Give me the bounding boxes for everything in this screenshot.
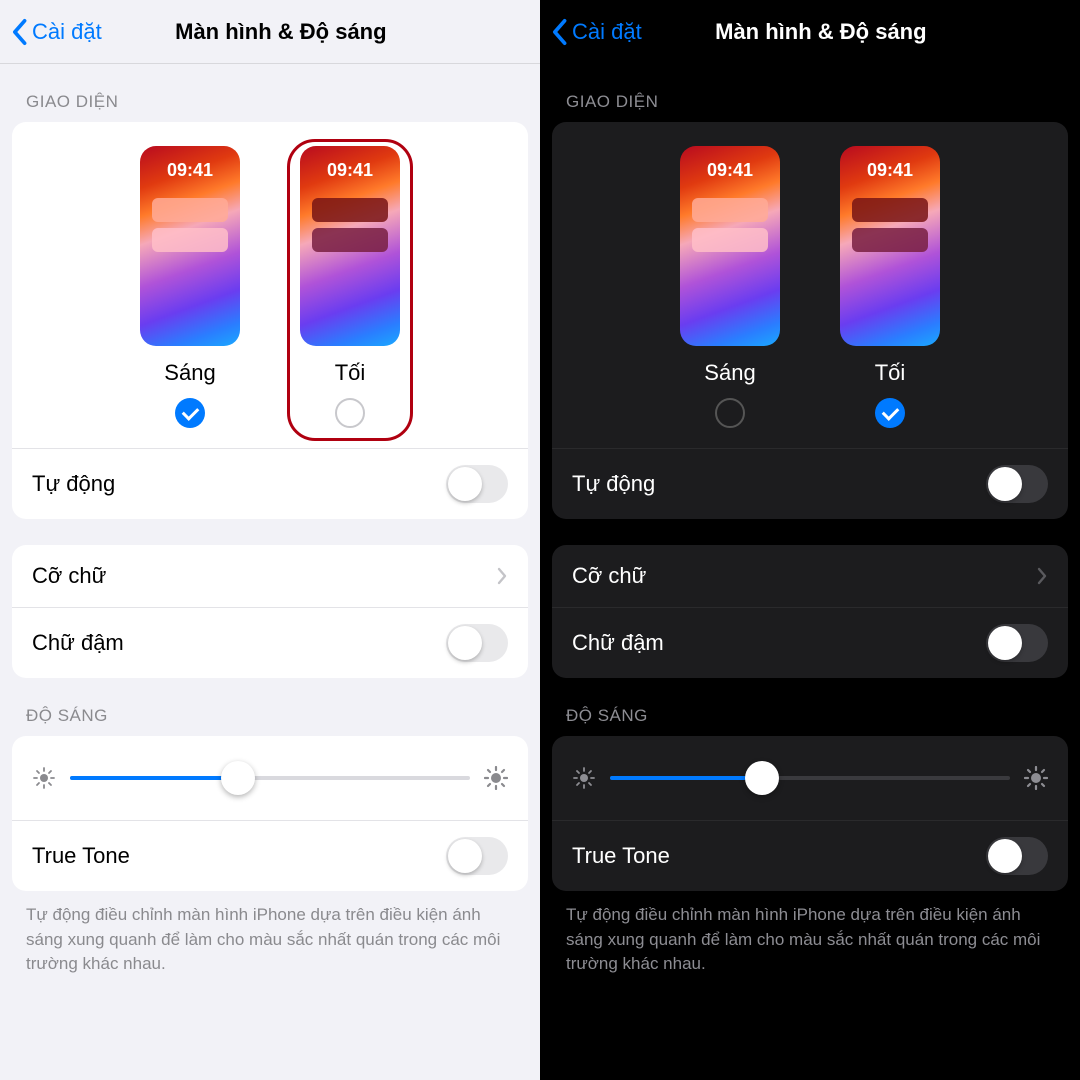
- sun-large-icon: [484, 766, 508, 790]
- true-tone-footer: Tự động điều chỉnh màn hình iPhone dựa t…: [0, 891, 540, 977]
- true-tone-label: True Tone: [32, 843, 130, 869]
- chevron-right-icon: [1036, 567, 1048, 585]
- true-tone-toggle[interactable]: [446, 837, 508, 875]
- page-title: Màn hình & Độ sáng: [32, 19, 530, 45]
- preview-clock: 09:41: [140, 160, 240, 181]
- bold-text-toggle[interactable]: [446, 624, 508, 662]
- sun-small-icon: [32, 766, 56, 790]
- nav-bar: Cài đặt Màn hình & Độ sáng: [540, 0, 1080, 64]
- preview-phone-light: 09:41: [680, 146, 780, 346]
- bold-text-label: Chữ đậm: [32, 630, 124, 656]
- appearance-label-dark: Tối: [335, 360, 366, 386]
- brightness-header: ĐỘ SÁNG: [540, 678, 1080, 736]
- bold-text-row: Chữ đậm: [552, 607, 1068, 678]
- radio-light[interactable]: [175, 398, 205, 428]
- automatic-toggle[interactable]: [986, 465, 1048, 503]
- brightness-slider[interactable]: [70, 758, 470, 798]
- radio-dark[interactable]: [335, 398, 365, 428]
- true-tone-footer: Tự động điều chỉnh màn hình iPhone dựa t…: [540, 891, 1080, 977]
- page-title: Màn hình & Độ sáng: [572, 19, 1070, 45]
- true-tone-row: True Tone: [552, 820, 1068, 891]
- toggle-knob: [448, 626, 482, 660]
- appearance-header: GIAO DIỆN: [540, 64, 1080, 122]
- brightness-card: True Tone: [12, 736, 528, 891]
- brightness-card: True Tone: [552, 736, 1068, 891]
- bold-text-row: Chữ đậm: [12, 607, 528, 678]
- radio-dark[interactable]: [875, 398, 905, 428]
- preview-widget: [312, 228, 388, 252]
- preview-phone-light: 09:41: [140, 146, 240, 346]
- preview-widget: [152, 228, 228, 252]
- text-size-label: Cỡ chữ: [32, 563, 106, 589]
- sun-small-icon: [572, 766, 596, 790]
- appearance-option-dark[interactable]: 09:41 Tối: [840, 146, 940, 428]
- appearance-label-dark: Tối: [875, 360, 906, 386]
- preview-widget: [152, 198, 228, 222]
- toggle-knob: [448, 839, 482, 873]
- preview-widget: [692, 198, 768, 222]
- toggle-knob: [988, 839, 1022, 873]
- bold-text-label: Chữ đậm: [572, 630, 664, 656]
- chevron-right-icon: [496, 567, 508, 585]
- appearance-card: 09:41 Sáng 09:41 Tối Tự động: [12, 122, 528, 519]
- brightness-slider-row: [12, 736, 528, 820]
- toggle-knob: [448, 467, 482, 501]
- true-tone-row: True Tone: [12, 820, 528, 891]
- preview-clock: 09:41: [840, 160, 940, 181]
- text-size-row[interactable]: Cỡ chữ: [12, 545, 528, 607]
- brightness-header: ĐỘ SÁNG: [0, 678, 540, 736]
- brightness-slider[interactable]: [610, 758, 1010, 798]
- preview-phone-dark: 09:41: [300, 146, 400, 346]
- bold-text-toggle[interactable]: [986, 624, 1048, 662]
- automatic-row: Tự động: [12, 448, 528, 519]
- chevron-left-icon: [10, 18, 28, 46]
- automatic-toggle[interactable]: [446, 465, 508, 503]
- slider-fill: [70, 776, 238, 780]
- appearance-option-light[interactable]: 09:41 Sáng: [680, 146, 780, 428]
- slider-thumb[interactable]: [221, 761, 255, 795]
- slider-fill: [610, 776, 762, 780]
- true-tone-label: True Tone: [572, 843, 670, 869]
- appearance-label-light: Sáng: [164, 360, 215, 386]
- automatic-label: Tự động: [32, 471, 115, 497]
- automatic-label: Tự động: [572, 471, 655, 497]
- preview-widget: [692, 228, 768, 252]
- toggle-knob: [988, 467, 1022, 501]
- brightness-slider-row: [552, 736, 1068, 820]
- appearance-label-light: Sáng: [704, 360, 755, 386]
- slider-thumb[interactable]: [745, 761, 779, 795]
- true-tone-toggle[interactable]: [986, 837, 1048, 875]
- text-size-label: Cỡ chữ: [572, 563, 646, 589]
- preview-phone-dark: 09:41: [840, 146, 940, 346]
- text-card: Cỡ chữ Chữ đậm: [12, 545, 528, 678]
- preview-widget: [312, 198, 388, 222]
- preview-clock: 09:41: [300, 160, 400, 181]
- preview-widget: [852, 228, 928, 252]
- toggle-knob: [988, 626, 1022, 660]
- nav-bar: Cài đặt Màn hình & Độ sáng: [0, 0, 540, 64]
- preview-widget: [852, 198, 928, 222]
- appearance-options: 09:41 Sáng 09:41 Tối: [552, 122, 1068, 448]
- settings-pane-light: Cài đặt Màn hình & Độ sáng GIAO DIỆN 09:…: [0, 0, 540, 1080]
- preview-clock: 09:41: [680, 160, 780, 181]
- automatic-row: Tự động: [552, 448, 1068, 519]
- chevron-left-icon: [550, 18, 568, 46]
- appearance-header: GIAO DIỆN: [0, 64, 540, 122]
- radio-light[interactable]: [715, 398, 745, 428]
- text-size-row[interactable]: Cỡ chữ: [552, 545, 1068, 607]
- text-card: Cỡ chữ Chữ đậm: [552, 545, 1068, 678]
- appearance-option-dark[interactable]: 09:41 Tối: [287, 139, 413, 441]
- appearance-options: 09:41 Sáng 09:41 Tối: [12, 122, 528, 448]
- sun-large-icon: [1024, 766, 1048, 790]
- appearance-option-light[interactable]: 09:41 Sáng: [140, 146, 240, 428]
- appearance-card: 09:41 Sáng 09:41 Tối Tự động: [552, 122, 1068, 519]
- settings-pane-dark: Cài đặt Màn hình & Độ sáng GIAO DIỆN 09:…: [540, 0, 1080, 1080]
